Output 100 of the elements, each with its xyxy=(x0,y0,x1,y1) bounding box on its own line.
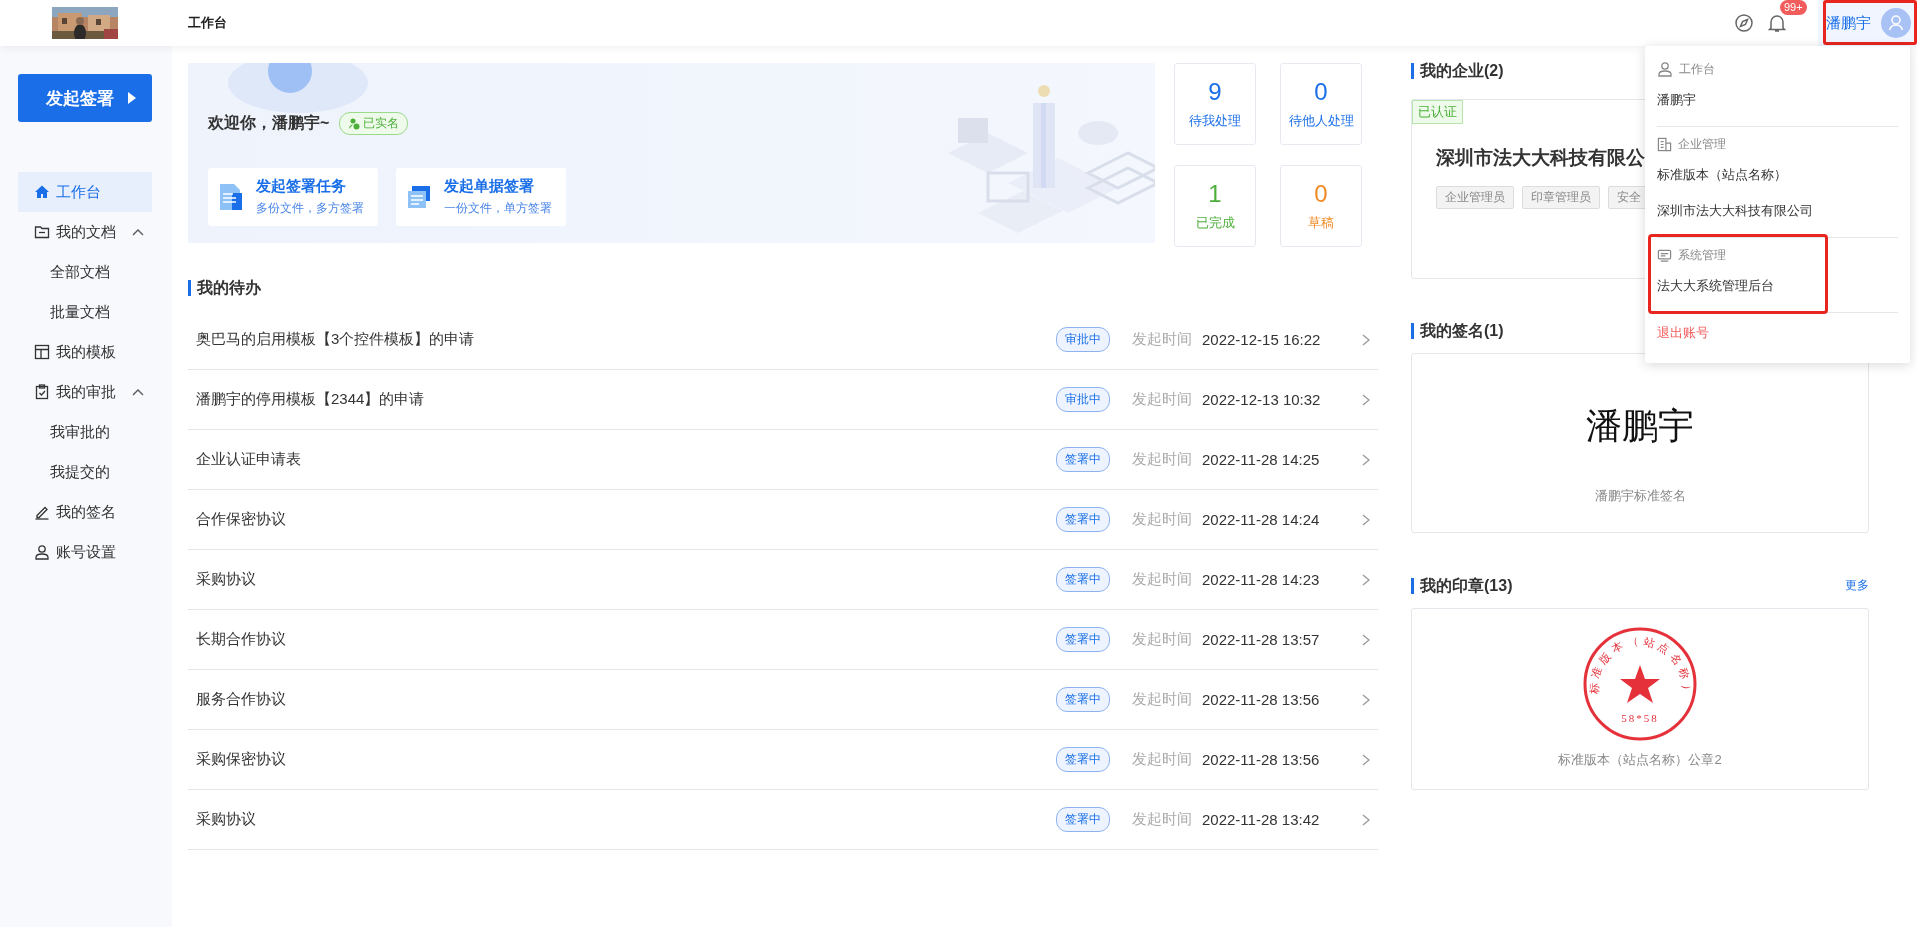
time-value: 2022-11-28 14:24 xyxy=(1202,511,1321,528)
todo-row[interactable]: 合作保密协议 签署中 发起时间 2022-11-28 14:24 xyxy=(188,490,1378,550)
more-link[interactable]: 更多 xyxy=(1845,577,1869,594)
section-title: 我的签名(1) xyxy=(1411,323,1504,339)
user-icon xyxy=(1657,61,1673,77)
chevron-right-icon xyxy=(1362,333,1370,346)
status-tag: 签署中 xyxy=(1056,747,1110,772)
bell-icon[interactable] xyxy=(1766,12,1788,34)
chevron-right-icon xyxy=(1362,753,1370,766)
section-title: 我的企业(2) xyxy=(1411,63,1504,79)
nav-item[interactable]: 批量文档 xyxy=(18,292,152,332)
time-label: 发起时间 xyxy=(1132,330,1192,349)
todo-row[interactable]: 潘鹏宇的停用模板【2344】的申请 审批中 发起时间 2022-12-13 10:32 xyxy=(188,370,1378,430)
nav-item[interactable]: 我的审批 xyxy=(18,372,152,412)
layout-icon xyxy=(34,344,50,360)
time-label: 发起时间 xyxy=(1132,450,1192,469)
todo-row[interactable]: 服务合作协议 签署中 发起时间 2022-11-28 13:56 xyxy=(188,670,1378,730)
time-label: 发起时间 xyxy=(1132,690,1192,709)
time-value: 2022-11-28 13:56 xyxy=(1202,691,1321,708)
chevron-right-icon xyxy=(1362,813,1370,826)
seal-stamp: 标准版本（站点名称） 58*58 xyxy=(1581,625,1699,743)
chevron-right-icon xyxy=(1362,693,1370,706)
document-icon xyxy=(218,183,244,211)
nav-item[interactable]: 我的文档 xyxy=(18,212,152,252)
stat-label: 待我处理 xyxy=(1189,112,1241,130)
stat-label: 草稿 xyxy=(1308,214,1334,232)
notification-badge: 99+ xyxy=(1780,0,1807,15)
seal-card[interactable]: 标准版本（站点名称） 58*58 标准版本（站点名称）公章2 xyxy=(1411,608,1869,790)
stat-label: 待他人处理 xyxy=(1288,112,1354,130)
chevron-right-icon xyxy=(1362,513,1370,526)
stat-value: 0 xyxy=(1314,180,1328,208)
status-tag: 审批中 xyxy=(1056,327,1110,352)
nav-item[interactable]: 我提交的 xyxy=(18,452,152,492)
todo-title: 合作保密协议 xyxy=(196,510,287,529)
time-value: 2022-11-28 13:42 xyxy=(1202,811,1321,828)
certified-badge: 已认证 xyxy=(1412,100,1463,124)
todo-title: 服务合作协议 xyxy=(196,690,287,709)
time-value: 2022-11-28 14:25 xyxy=(1202,451,1321,468)
nav-item[interactable]: 账号设置 xyxy=(18,532,152,572)
todo-row[interactable]: 采购协议 签署中 发起时间 2022-11-28 13:42 xyxy=(188,790,1378,850)
status-tag: 审批中 xyxy=(1056,387,1110,412)
time-label: 发起时间 xyxy=(1132,750,1192,769)
status-tag: 签署中 xyxy=(1056,807,1110,832)
todo-title: 采购协议 xyxy=(196,810,257,829)
time-value: 2022-11-28 13:57 xyxy=(1202,631,1321,648)
quick-action-button[interactable]: 发起单据签署 一份文件，单方签署 xyxy=(396,168,566,226)
section-title: 我的印章(13) xyxy=(1411,577,1513,594)
caret-icon xyxy=(128,92,136,104)
role-tag: 企业管理员 xyxy=(1436,186,1514,209)
page-title: 工作台 xyxy=(188,14,227,32)
todo-row[interactable]: 采购保密协议 签署中 发起时间 2022-11-28 13:56 xyxy=(188,730,1378,790)
stat-value: 0 xyxy=(1314,78,1328,106)
status-tag: 签署中 xyxy=(1056,507,1110,532)
status-tag: 签署中 xyxy=(1056,447,1110,472)
todo-row[interactable]: 奥巴马的启用模板【3个控件模板】的申请 审批中 发起时间 2022-12-15 16:22 xyxy=(188,310,1378,370)
time-label: 发起时间 xyxy=(1132,390,1192,409)
pen-icon xyxy=(34,504,50,520)
folder-icon xyxy=(34,224,50,240)
clipboard-icon xyxy=(34,384,50,400)
todo-row[interactable]: 采购协议 签署中 发起时间 2022-11-28 14:23 xyxy=(188,550,1378,610)
nav-item[interactable]: 我的签名 xyxy=(18,492,152,532)
status-tag: 签署中 xyxy=(1056,687,1110,712)
chevron-right-icon xyxy=(1362,393,1370,406)
chevron-right-icon xyxy=(1362,573,1370,586)
time-label: 发起时间 xyxy=(1132,510,1192,529)
signature-caption: 潘鹏宇标准签名 xyxy=(1594,487,1686,505)
todo-title: 企业认证申请表 xyxy=(196,450,302,469)
todo-row[interactable]: 企业认证申请表 签署中 发起时间 2022-11-28 14:25 xyxy=(188,430,1378,490)
welcome-text: 欢迎你，潘鹏宇~ xyxy=(208,113,330,133)
menu-heading: 工作台 xyxy=(1657,56,1898,82)
todo-row[interactable]: 长期合作协议 签署中 发起时间 2022-11-28 13:57 xyxy=(188,610,1378,670)
status-tag: 签署中 xyxy=(1056,627,1110,652)
signature-card[interactable]: 潘鹏宇 潘鹏宇标准签名 xyxy=(1411,353,1869,533)
stat-value: 1 xyxy=(1208,180,1222,208)
nav-item[interactable]: 工作台 xyxy=(18,172,152,212)
stat-card[interactable]: 9 待我处理 xyxy=(1174,63,1256,145)
chevron-right-icon xyxy=(1362,633,1370,646)
nav-item[interactable]: 全部文档 xyxy=(18,252,152,292)
todo-title: 采购保密协议 xyxy=(196,750,287,769)
todo-title: 潘鹏宇的停用模板【2344】的申请 xyxy=(196,390,426,409)
time-value: 2022-12-13 10:32 xyxy=(1202,391,1322,408)
time-value: 2022-11-28 14:23 xyxy=(1202,571,1321,588)
time-label: 发起时间 xyxy=(1132,810,1192,829)
building-icon xyxy=(1657,136,1672,152)
avatar-icon xyxy=(1881,8,1911,38)
chevron-right-icon xyxy=(1362,453,1370,466)
start-signing-button[interactable]: 发起签署 xyxy=(18,74,152,122)
time-value: 2022-11-28 13:56 xyxy=(1202,751,1321,768)
todo-title: 长期合作协议 xyxy=(196,630,287,649)
home-icon xyxy=(34,184,50,200)
nav-item[interactable]: 我审批的 xyxy=(18,412,152,452)
section-title: 我的待办 xyxy=(188,280,261,296)
todo-title: 采购协议 xyxy=(196,570,257,589)
quick-action-button[interactable]: 发起签署任务 多份文件，多方签署 xyxy=(208,168,378,226)
stat-card[interactable]: 0 待他人处理 xyxy=(1280,63,1362,145)
compass-icon[interactable] xyxy=(1734,13,1754,33)
user-icon xyxy=(34,544,50,560)
seal-caption: 标准版本（站点名称）公章2 xyxy=(1558,751,1722,769)
todo-title: 奥巴马的启用模板【3个控件模板】的申请 xyxy=(196,330,476,349)
nav-item[interactable]: 我的模板 xyxy=(18,332,152,372)
